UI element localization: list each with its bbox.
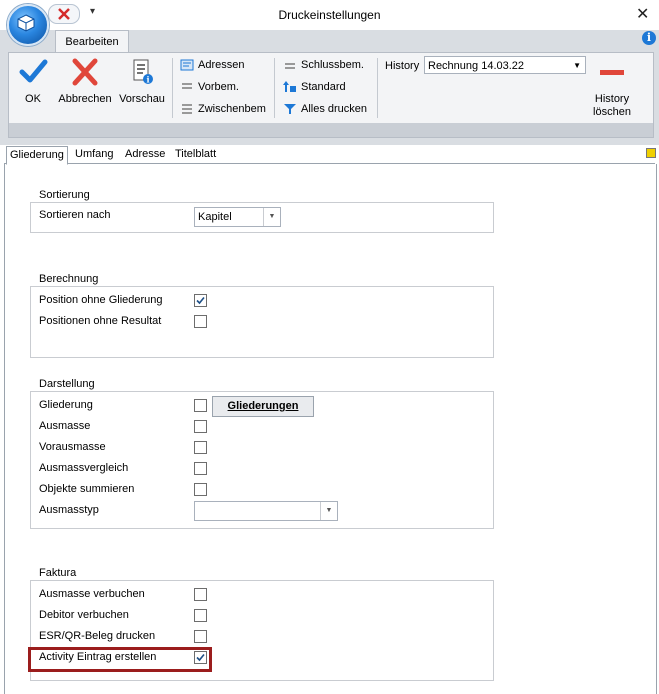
info-icon[interactable]: i bbox=[642, 31, 656, 45]
ausmassvergleich-checkbox[interactable] bbox=[194, 462, 207, 475]
debitor-verbuchen-checkbox[interactable] bbox=[194, 609, 207, 622]
history-loeschen-label-1: History bbox=[594, 93, 630, 105]
history-label: History bbox=[385, 60, 420, 72]
group-title-sortierung: Sortierung bbox=[39, 189, 90, 201]
gliederung-label: Gliederung bbox=[39, 399, 93, 411]
sort-standard-icon bbox=[283, 81, 296, 92]
gliederungen-label: Gliederungen bbox=[227, 400, 299, 412]
vorbem-label: Vorbem. bbox=[198, 81, 239, 93]
zwischenbem-button[interactable]: Zwischenbem bbox=[180, 103, 266, 115]
history-select[interactable]: Rechnung 14.03.22 ▼ bbox=[424, 56, 586, 74]
ribbon-separator bbox=[172, 58, 173, 118]
ausmasse-verbuchen-label: Ausmasse verbuchen bbox=[39, 588, 145, 600]
standard-label: Standard bbox=[301, 81, 346, 93]
cube-icon bbox=[17, 14, 35, 32]
history-loeschen-label-2: löschen bbox=[593, 106, 631, 118]
ok-label: OK bbox=[25, 93, 41, 105]
history-loeschen-button[interactable]: History löschen bbox=[588, 62, 636, 119]
tab-bearbeiten[interactable]: Bearbeiten bbox=[55, 30, 129, 53]
group-title-darstellung: Darstellung bbox=[39, 378, 95, 390]
debitor-verbuchen-label: Debitor verbuchen bbox=[39, 609, 129, 621]
alles-drucken-label: Alles drucken bbox=[301, 103, 368, 115]
tab-titelblatt[interactable]: Titelblatt bbox=[172, 146, 219, 163]
ausmasstyp-label: Ausmasstyp bbox=[39, 504, 99, 516]
vorbem-button[interactable]: Vorbem. bbox=[180, 81, 239, 93]
ribbon-separator bbox=[274, 58, 275, 118]
schlussbem-label: Schlussbem. bbox=[301, 59, 364, 71]
app-menu-button[interactable] bbox=[7, 4, 49, 46]
ausmasse-checkbox[interactable] bbox=[194, 420, 207, 433]
group-title-faktura: Faktura bbox=[39, 567, 77, 579]
tab-adresse[interactable]: Adresse bbox=[122, 146, 168, 163]
ribbon-footer bbox=[8, 123, 654, 138]
filter-icon bbox=[284, 104, 296, 114]
standard-button[interactable]: Standard bbox=[283, 81, 346, 93]
alles-drucken-button[interactable]: Alles drucken bbox=[283, 103, 367, 115]
ausmassvergleich-label: Ausmassvergleich bbox=[39, 462, 129, 474]
zwischenbem-label: Zwischenbem bbox=[198, 103, 266, 115]
svg-text:i: i bbox=[146, 75, 149, 85]
ribbon-separator bbox=[377, 58, 378, 118]
objekte-summieren-label: Objekte summieren bbox=[39, 483, 135, 495]
vorausmasse-checkbox[interactable] bbox=[194, 441, 207, 454]
panel-corner-icon[interactable] bbox=[646, 148, 656, 158]
vorschau-button[interactable]: i Vorschau bbox=[117, 58, 167, 105]
preview-document-icon: i bbox=[133, 59, 153, 85]
abbrechen-label: Abbrechen bbox=[58, 93, 112, 105]
vorschau-label: Vorschau bbox=[119, 93, 165, 105]
highlight-frame bbox=[28, 647, 212, 672]
chevron-down-icon: ▼ bbox=[573, 61, 581, 70]
ausmasse-verbuchen-checkbox[interactable] bbox=[194, 588, 207, 601]
address-icon bbox=[180, 59, 194, 71]
positionen-ohne-resultat-checkbox[interactable] bbox=[194, 315, 207, 328]
sortieren-nach-select[interactable]: Kapitel ▼ bbox=[194, 207, 281, 227]
sortieren-nach-value: Kapitel bbox=[198, 211, 232, 223]
position-ohne-gliederung-label: Position ohne Gliederung bbox=[39, 294, 163, 306]
adressen-button[interactable]: Adressen bbox=[180, 59, 244, 71]
chevron-down-icon: ▼ bbox=[320, 502, 337, 520]
checkmark-icon bbox=[19, 59, 48, 83]
positionen-ohne-resultat-label: Positionen ohne Resultat bbox=[39, 315, 162, 327]
abbrechen-button[interactable]: Abbrechen bbox=[54, 58, 116, 105]
objekte-summieren-checkbox[interactable] bbox=[194, 483, 207, 496]
ausmasse-label: Ausmasse bbox=[39, 420, 91, 432]
minus-icon bbox=[600, 70, 624, 75]
window-title: Druckeinstellungen bbox=[278, 8, 381, 22]
adressen-label: Adressen bbox=[198, 59, 245, 71]
esr-qr-beleg-drucken-label: ESR/QR-Beleg drucken bbox=[39, 630, 156, 642]
cancel-icon bbox=[72, 58, 98, 86]
position-ohne-gliederung-checkbox[interactable] bbox=[194, 294, 207, 307]
schlussbem-button[interactable]: Schlussbem. bbox=[283, 59, 364, 71]
note-lines-icon bbox=[182, 104, 192, 114]
ok-button[interactable]: OK bbox=[14, 58, 52, 105]
gliederungen-button[interactable]: Gliederungen bbox=[212, 396, 314, 417]
gliederung-checkbox[interactable] bbox=[194, 399, 207, 412]
ausmasstyp-select[interactable]: ▼ bbox=[194, 501, 338, 521]
tab-umfang[interactable]: Umfang bbox=[72, 146, 117, 163]
sortieren-nach-label: Sortieren nach bbox=[39, 209, 111, 221]
note-icon bbox=[182, 83, 192, 89]
note-end-icon bbox=[285, 63, 295, 69]
vorausmasse-label: Vorausmasse bbox=[39, 441, 106, 453]
group-title-berechnung: Berechnung bbox=[39, 273, 99, 285]
esr-qr-beleg-drucken-checkbox[interactable] bbox=[194, 630, 207, 643]
chevron-down-icon: ▼ bbox=[263, 208, 280, 226]
history-value: Rechnung 14.03.22 bbox=[428, 60, 525, 72]
window-close-icon[interactable]: ✕ bbox=[636, 4, 649, 24]
checkmark-icon bbox=[196, 296, 205, 305]
tab-gliederung[interactable]: Gliederung bbox=[6, 146, 68, 165]
